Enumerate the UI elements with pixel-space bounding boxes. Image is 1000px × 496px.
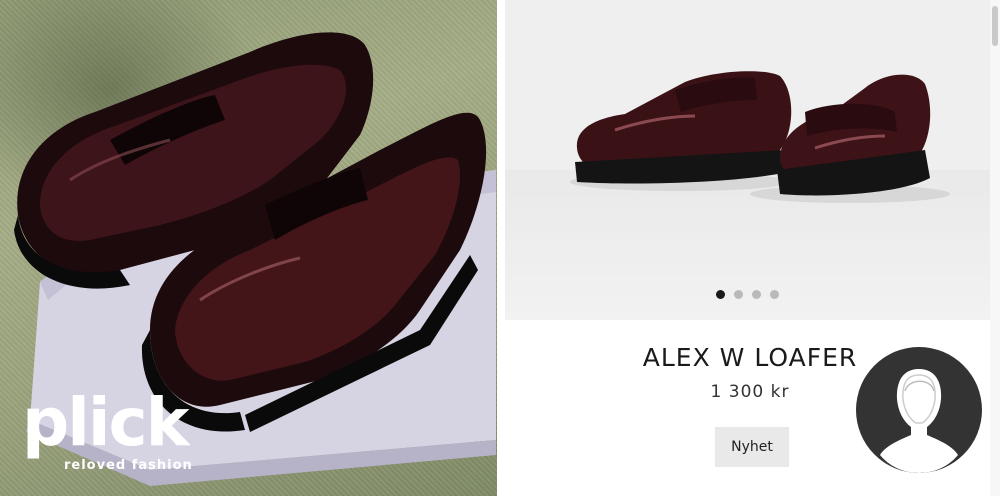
brand-logo: plick (22, 384, 190, 461)
panel-divider (497, 0, 505, 496)
carousel-dots (505, 290, 990, 299)
scrollbar-track[interactable] (990, 0, 1000, 496)
brand-tagline: reloved fashion (64, 458, 193, 473)
listing-photo[interactable]: plick reloved fashion (0, 0, 497, 496)
product-loafers-illustration (570, 71, 950, 203)
scrollbar-thumb[interactable] (992, 6, 998, 46)
brand-watermark: plick reloved fashion (22, 388, 212, 484)
carousel-dot-1[interactable] (716, 290, 725, 299)
user-silhouette-icon (880, 369, 958, 473)
product-image-carousel[interactable] (505, 0, 990, 320)
carousel-dot-3[interactable] (752, 290, 761, 299)
new-badge-button[interactable]: Nyhet (715, 427, 789, 467)
seller-avatar[interactable] (856, 347, 982, 473)
carousel-dot-4[interactable] (770, 290, 779, 299)
carousel-dot-2[interactable] (734, 290, 743, 299)
